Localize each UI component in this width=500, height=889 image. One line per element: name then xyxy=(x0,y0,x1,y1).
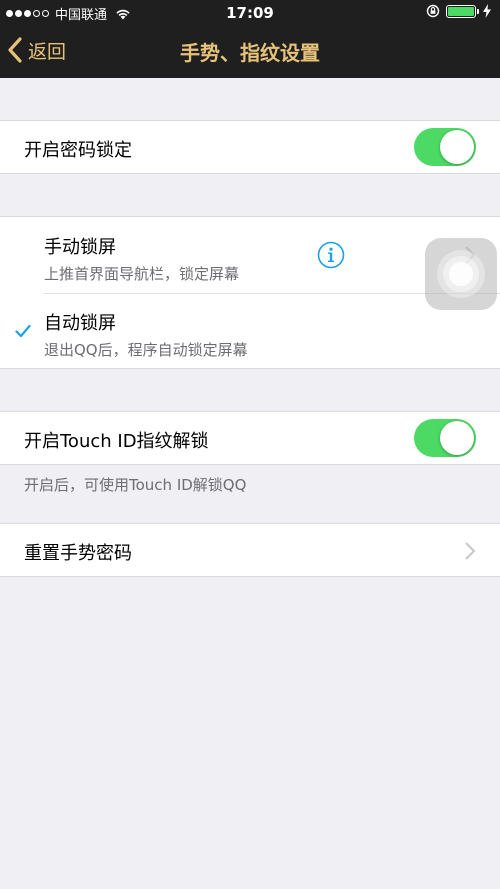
auto-lock-subtitle: 退出QQ后，程序自动锁定屏幕 xyxy=(44,341,248,359)
auto-lock-option[interactable]: 自动锁屏 退出QQ后，程序自动锁定屏幕 xyxy=(0,294,500,370)
touch-id-footnote: 开启后，可使用Touch ID解锁QQ xyxy=(24,476,247,494)
auto-lock-title: 自动锁屏 xyxy=(44,313,116,334)
manual-lock-title: 手动锁屏 xyxy=(44,237,116,258)
assistive-touch-button[interactable] xyxy=(425,238,497,310)
reset-gesture-row[interactable]: 重置手势密码 xyxy=(0,523,500,577)
password-lock-toggle[interactable] xyxy=(414,128,476,166)
checkmark-icon xyxy=(15,324,31,338)
status-bar: 中国联通 17:09 xyxy=(0,0,500,24)
header-bar: 中国联通 17:09 返回 手势、指纹设置 xyxy=(0,0,500,78)
touch-id-row: 开启Touch ID指纹解锁 xyxy=(0,411,500,465)
page-title: 手势、指纹设置 xyxy=(180,41,320,65)
touch-id-label: 开启Touch ID指纹解锁 xyxy=(24,431,209,452)
reset-gesture-label: 重置手势密码 xyxy=(24,543,132,564)
battery-icon xyxy=(446,4,479,18)
touch-id-toggle[interactable] xyxy=(414,419,476,457)
manual-lock-subtitle: 上推首界面导航栏，锁定屏幕 xyxy=(44,265,240,283)
chevron-right-icon xyxy=(465,542,476,560)
status-time: 17:09 xyxy=(226,4,274,22)
info-icon[interactable] xyxy=(317,241,345,269)
navigation-bar: 返回 手势、指纹设置 xyxy=(0,24,500,78)
charging-icon xyxy=(483,4,491,18)
rotation-lock-icon xyxy=(426,4,440,18)
password-lock-row: 开启密码锁定 xyxy=(0,120,500,174)
password-lock-label: 开启密码锁定 xyxy=(24,140,132,161)
status-right xyxy=(426,4,492,18)
